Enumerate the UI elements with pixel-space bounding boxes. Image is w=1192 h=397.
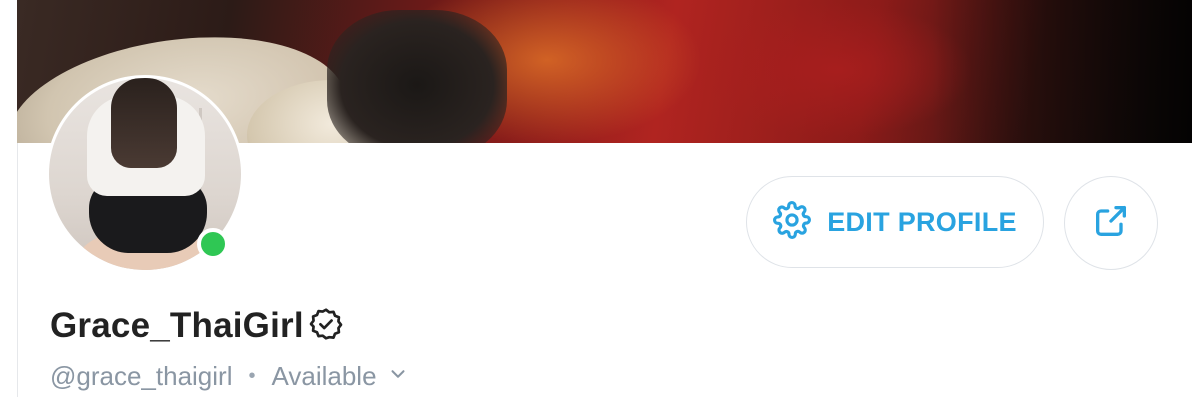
verified-badge-icon	[308, 306, 344, 347]
username: @grace_thaigirl	[50, 360, 233, 391]
chevron-down-icon	[387, 361, 409, 392]
availability-dropdown[interactable]: Available	[272, 361, 409, 392]
profile-name-row: Grace_ThaiGirl	[50, 303, 344, 349]
edit-profile-label: EDIT PROFILE	[827, 206, 1017, 237]
online-status-dot	[197, 228, 229, 260]
gear-icon	[773, 200, 812, 244]
availability-status: Available	[271, 360, 377, 391]
profile-meta-row: @grace_thaigirl • Available	[50, 359, 409, 393]
share-button[interactable]	[1064, 176, 1158, 270]
share-icon	[1091, 201, 1131, 246]
meta-separator: •	[248, 364, 256, 387]
content-divider	[17, 143, 18, 397]
display-name: Grace_ThaiGirl	[50, 306, 304, 345]
edit-profile-button[interactable]: EDIT PROFILE	[746, 176, 1044, 268]
